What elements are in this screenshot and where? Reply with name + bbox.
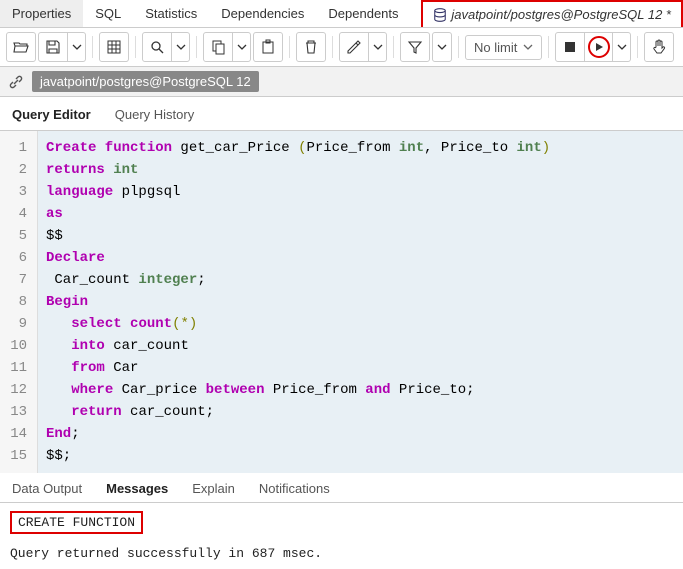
separator	[393, 36, 394, 58]
result-message: CREATE FUNCTION	[10, 511, 143, 534]
tab-messages[interactable]: Messages	[104, 477, 170, 502]
tab-explain[interactable]: Explain	[190, 477, 237, 502]
separator	[135, 36, 136, 58]
chevron-down-icon	[523, 42, 533, 52]
editor-tabs: Query Editor Query History	[0, 97, 683, 131]
code-line: Car_count integer;	[46, 269, 675, 291]
nav-statistics[interactable]: Statistics	[133, 0, 209, 27]
connection-tab-label: javatpoint/postgres@PostgreSQL 12 *	[451, 7, 671, 22]
code-line: where Car_price between Price_from and P…	[46, 379, 675, 401]
save-icon	[45, 39, 61, 55]
tab-data-output[interactable]: Data Output	[10, 477, 84, 502]
filter-dropdown[interactable]	[433, 33, 451, 61]
open-file-button[interactable]	[7, 33, 35, 61]
code-line: Create function get_car_Price (Price_fro…	[46, 137, 675, 159]
save-button[interactable]	[39, 33, 67, 61]
limit-select[interactable]: No limit	[465, 35, 542, 60]
play-icon	[594, 42, 604, 52]
hand-icon	[651, 39, 667, 55]
separator	[196, 36, 197, 58]
filter-icon	[407, 39, 423, 55]
connection-bar-text: javatpoint/postgres@PostgreSQL 12	[32, 71, 259, 92]
database-icon	[433, 8, 447, 22]
code-line: End;	[46, 423, 675, 445]
code-line: language plpgsql	[46, 181, 675, 203]
copy-icon	[210, 39, 226, 55]
paste-button[interactable]	[254, 33, 282, 61]
search-icon	[149, 39, 165, 55]
nav-sql[interactable]: SQL	[83, 0, 133, 27]
stop-button[interactable]	[556, 33, 584, 61]
search-dropdown[interactable]	[171, 33, 189, 61]
output-panel: CREATE FUNCTION Query returned successfu…	[0, 503, 683, 569]
separator	[289, 36, 290, 58]
filter-button[interactable]	[401, 33, 429, 61]
execute-dropdown[interactable]	[612, 33, 630, 61]
connection-bar: javatpoint/postgres@PostgreSQL 12	[0, 67, 683, 97]
code-line: return car_count;	[46, 401, 675, 423]
edit-dropdown[interactable]	[368, 33, 386, 61]
chevron-down-icon	[617, 42, 627, 52]
nav-properties[interactable]: Properties	[0, 0, 83, 27]
paste-icon	[260, 39, 276, 55]
separator	[92, 36, 93, 58]
stop-icon	[563, 40, 577, 54]
save-dropdown[interactable]	[67, 33, 85, 61]
tab-query-history[interactable]: Query History	[113, 103, 196, 130]
tab-notifications[interactable]: Notifications	[257, 477, 332, 502]
chevron-down-icon	[237, 42, 247, 52]
execute-button[interactable]	[584, 33, 612, 61]
tab-query-editor[interactable]: Query Editor	[10, 103, 93, 130]
edit-button[interactable]	[340, 33, 368, 61]
code-line: Begin	[46, 291, 675, 313]
status-message: Query returned successfully in 687 msec.	[10, 546, 673, 561]
link-icon[interactable]	[8, 74, 24, 90]
delete-button[interactable]	[297, 33, 325, 61]
nav-dependents[interactable]: Dependents	[316, 0, 410, 27]
chevron-down-icon	[373, 42, 383, 52]
separator	[332, 36, 333, 58]
folder-open-icon	[13, 39, 29, 55]
code-editor[interactable]: 123456789101112131415 Create function ge…	[0, 131, 683, 473]
find-button[interactable]	[100, 33, 128, 61]
explain-button[interactable]	[645, 33, 673, 61]
code-line: $$;	[46, 445, 675, 467]
code-line: select count(*)	[46, 313, 675, 335]
code-line: into car_count	[46, 335, 675, 357]
code-area[interactable]: Create function get_car_Price (Price_fro…	[38, 131, 683, 473]
output-tabs: Data Output Messages Explain Notificatio…	[0, 473, 683, 503]
grid-icon	[106, 39, 122, 55]
separator	[637, 36, 638, 58]
line-gutter: 123456789101112131415	[0, 131, 38, 473]
chevron-down-icon	[176, 42, 186, 52]
chevron-down-icon	[437, 42, 447, 52]
connection-tab[interactable]: javatpoint/postgres@PostgreSQL 12 *	[421, 0, 683, 27]
pencil-icon	[346, 39, 362, 55]
toolbar: No limit	[0, 28, 683, 67]
code-line: $$	[46, 225, 675, 247]
code-line: from Car	[46, 357, 675, 379]
trash-icon	[303, 39, 319, 55]
nav-dependencies[interactable]: Dependencies	[209, 0, 316, 27]
copy-button[interactable]	[204, 33, 232, 61]
code-line: returns int	[46, 159, 675, 181]
copy-dropdown[interactable]	[232, 33, 250, 61]
top-nav: Properties SQL Statistics Dependencies D…	[0, 0, 683, 28]
separator	[458, 36, 459, 58]
chevron-down-icon	[72, 42, 82, 52]
search-button[interactable]	[143, 33, 171, 61]
code-line: Declare	[46, 247, 675, 269]
code-line: as	[46, 203, 675, 225]
separator	[548, 36, 549, 58]
limit-label: No limit	[474, 40, 517, 55]
